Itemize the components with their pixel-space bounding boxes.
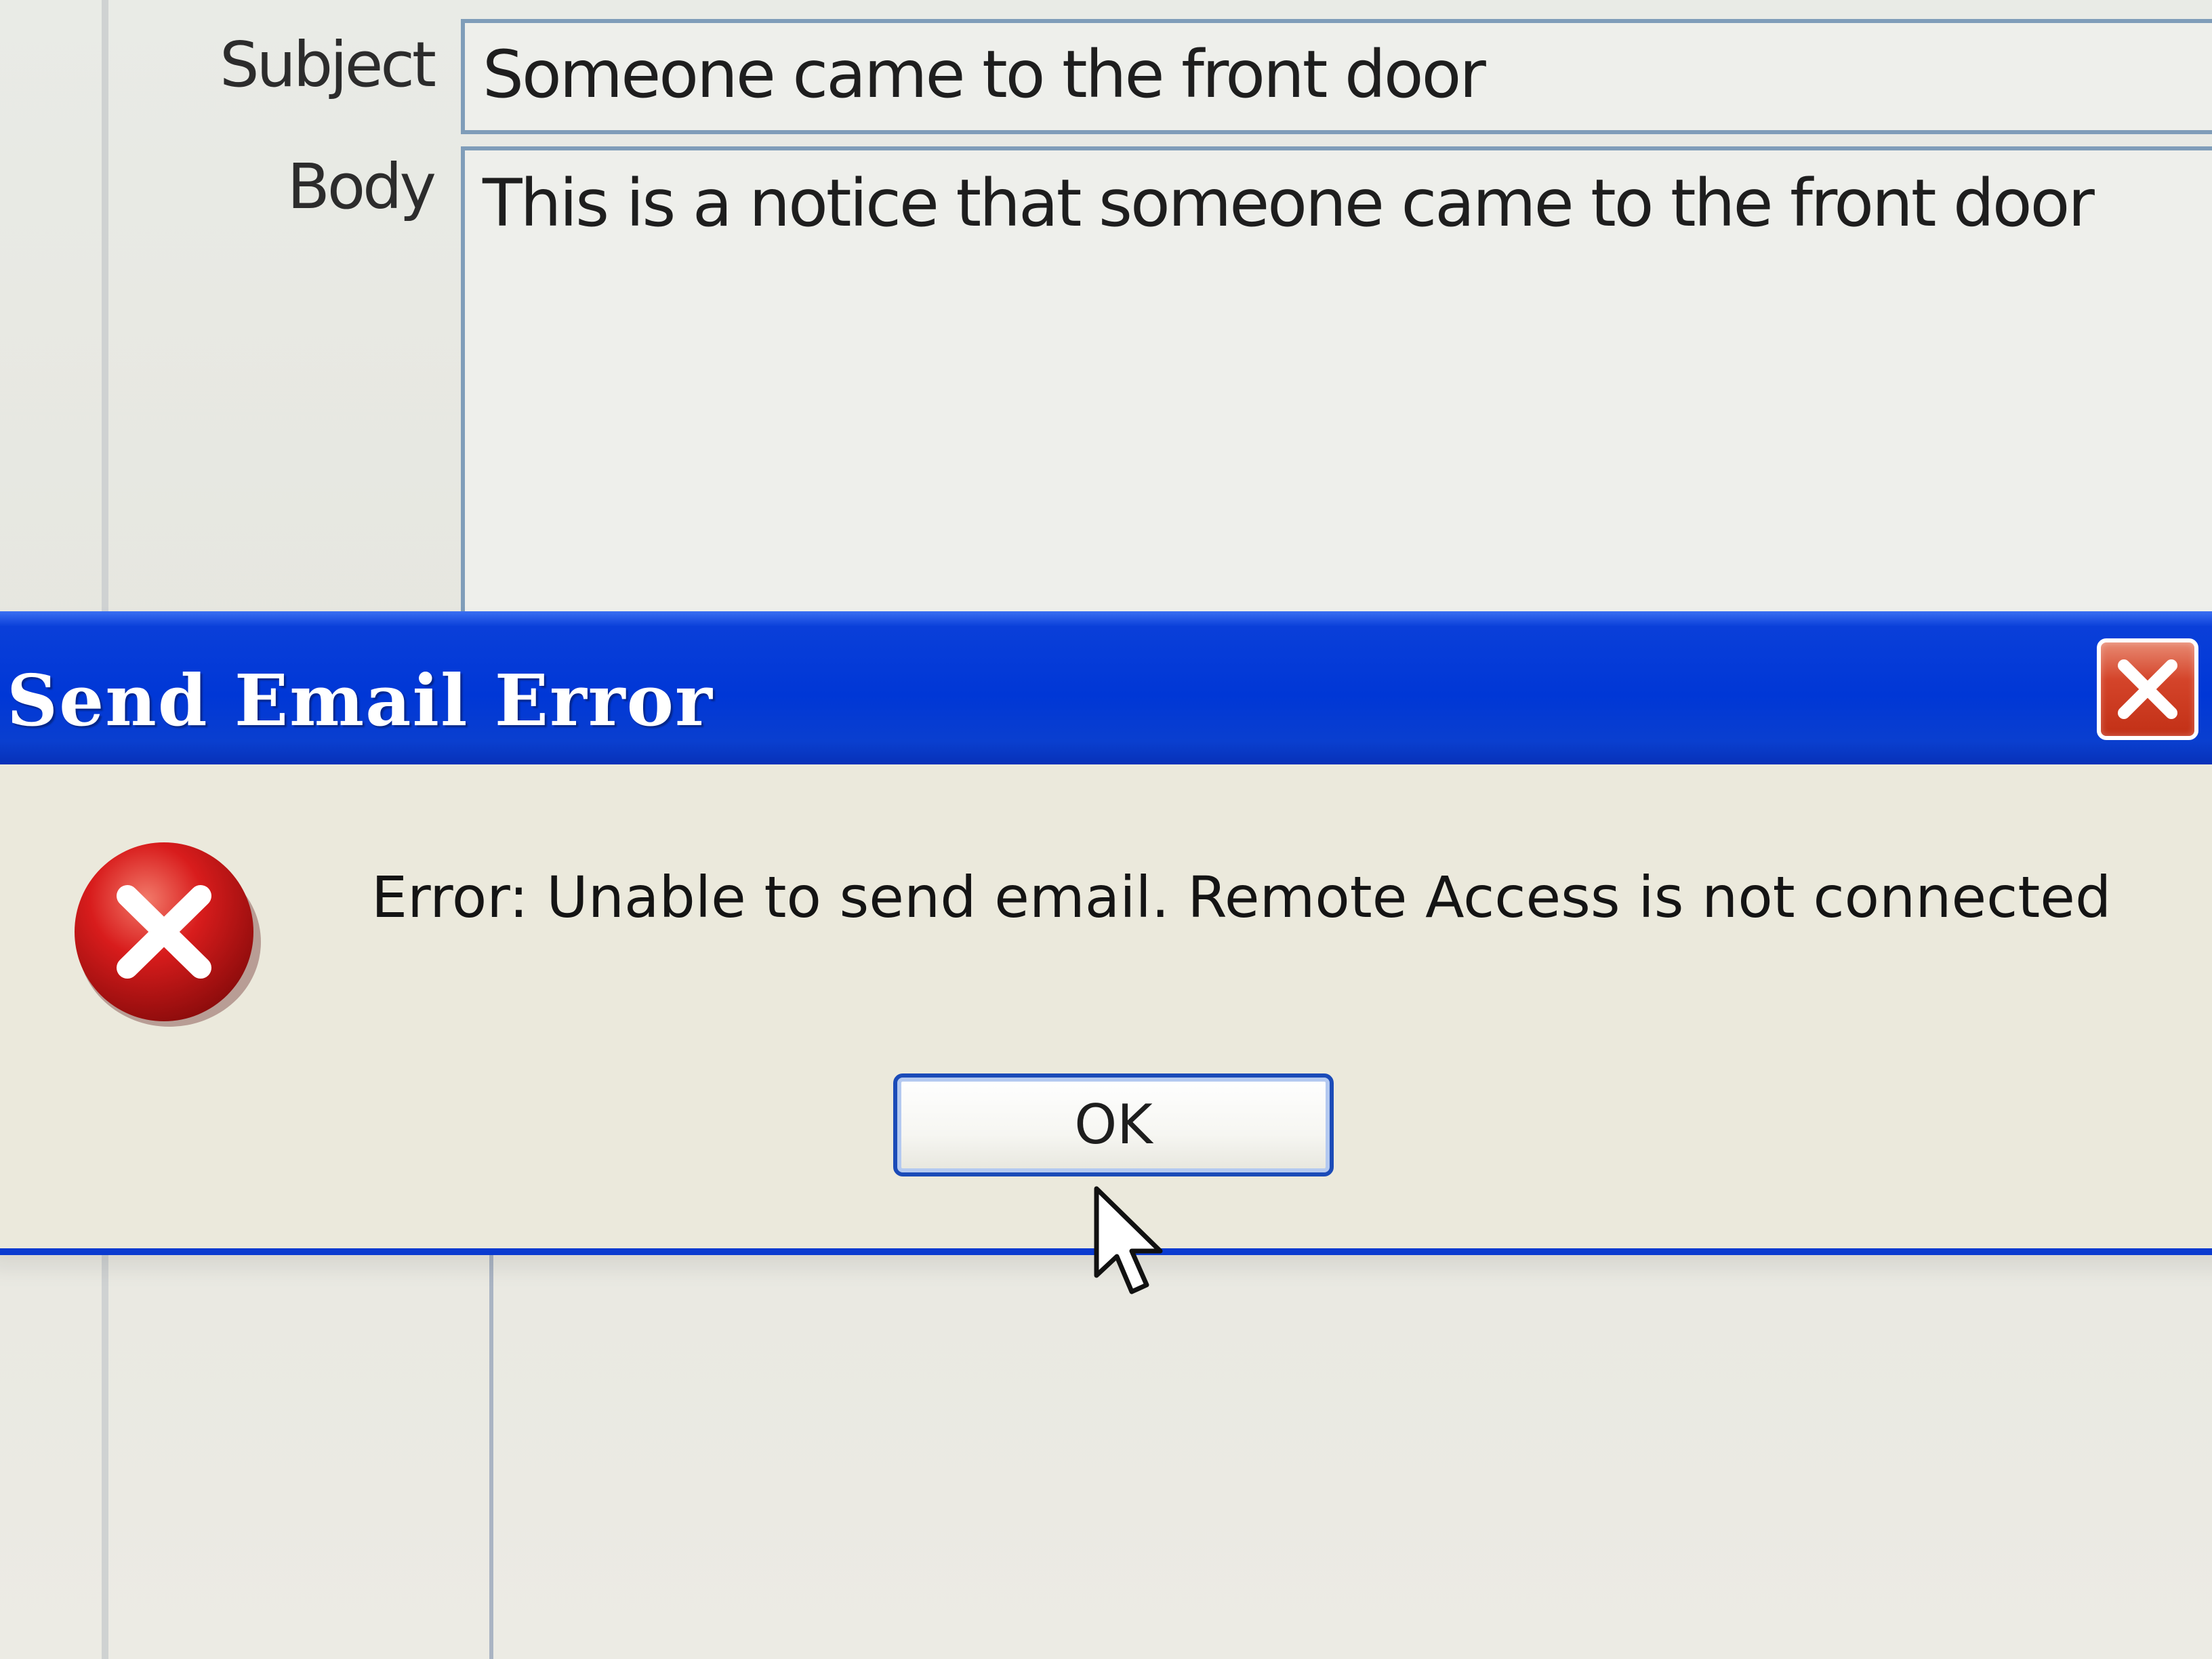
mouse-pointer-icon xyxy=(1092,1186,1174,1301)
error-icon xyxy=(68,834,264,1030)
dialog-titlebar[interactable]: Send Email Error xyxy=(0,611,2212,764)
error-message: Error: Unable to send email. Remote Acce… xyxy=(371,864,2112,930)
form-divider-lower xyxy=(489,1254,493,1659)
body-label: Body xyxy=(287,150,436,223)
close-button[interactable] xyxy=(2097,638,2198,740)
subject-label: Subject xyxy=(220,28,436,101)
ok-button[interactable]: OK xyxy=(893,1073,1334,1176)
dialog-title: Send Email Error xyxy=(7,659,714,742)
body-field[interactable]: This is a notice that someone came to th… xyxy=(461,146,2212,621)
close-icon xyxy=(2118,659,2177,719)
subject-field[interactable]: Someone came to the front door xyxy=(461,19,2212,134)
